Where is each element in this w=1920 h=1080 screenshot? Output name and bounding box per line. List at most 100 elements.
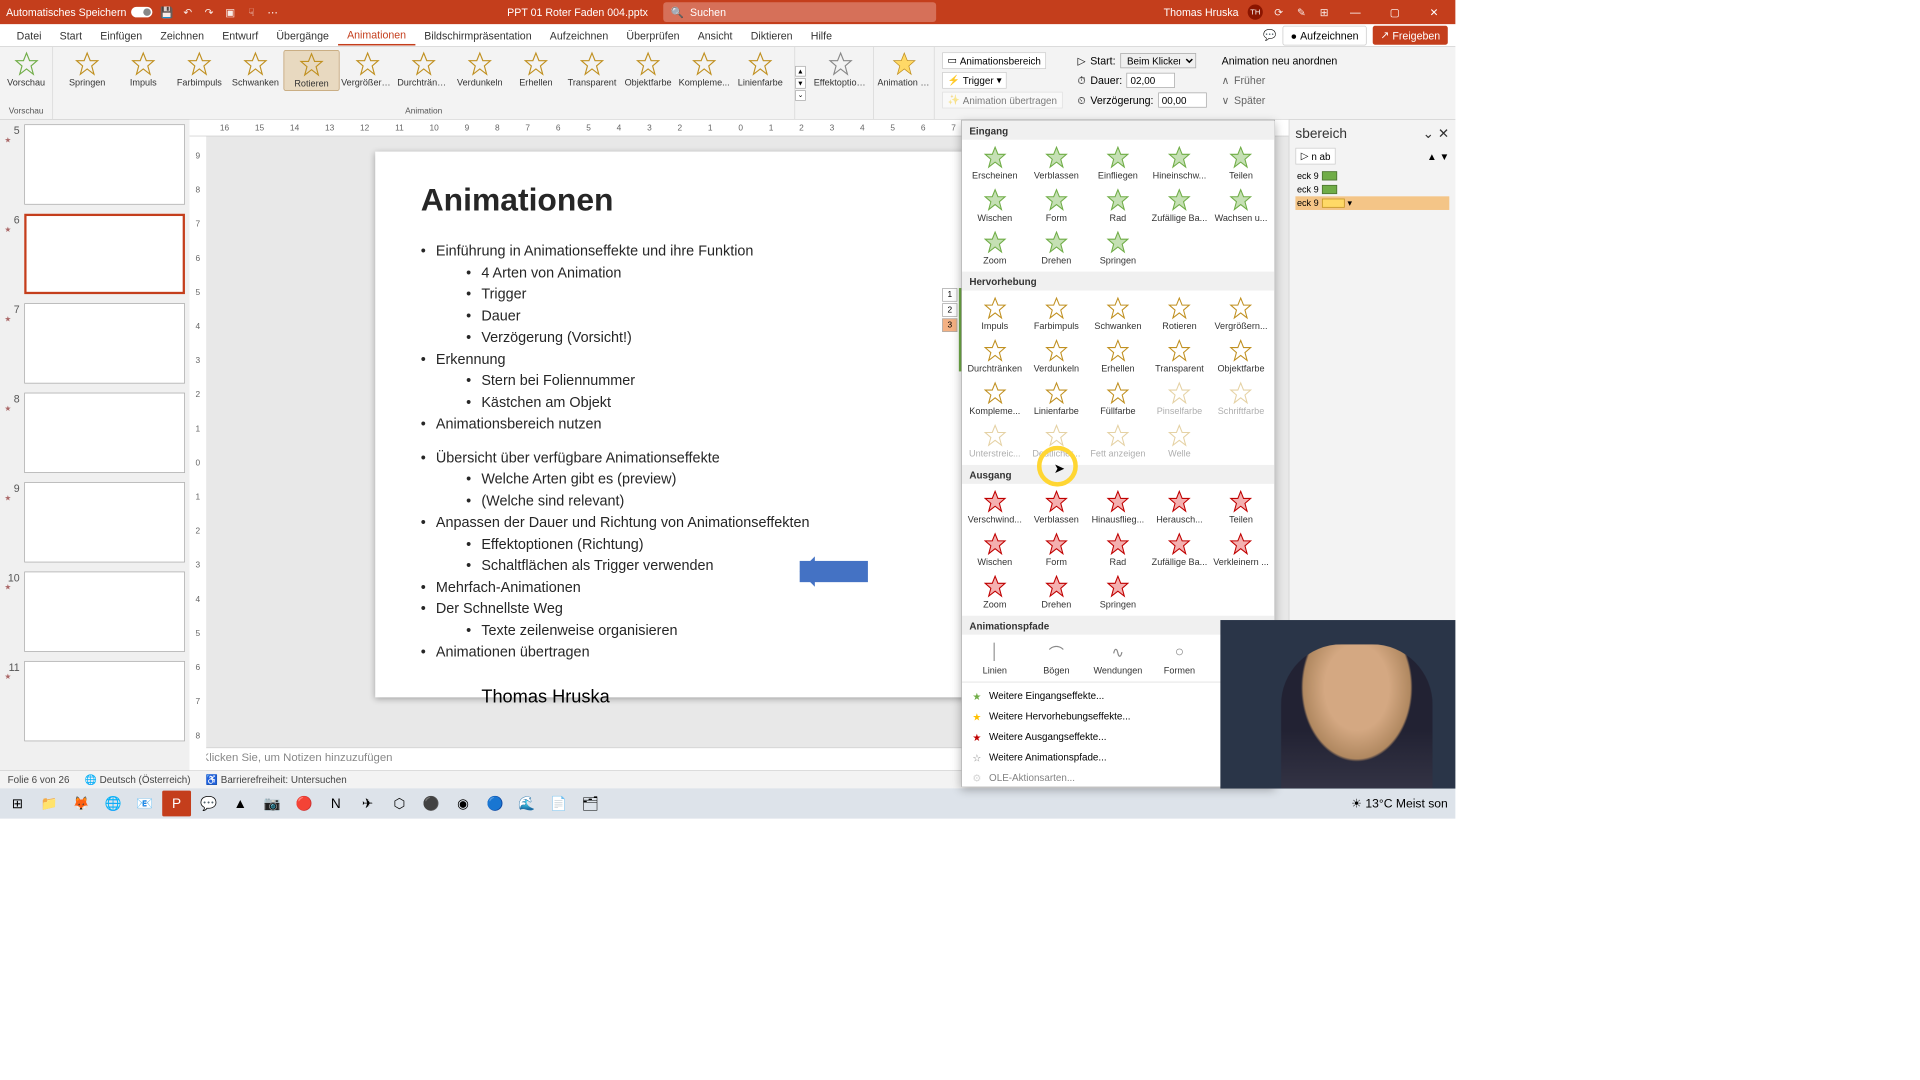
app-icon[interactable]: 🔵 — [481, 791, 510, 817]
weather-widget[interactable]: ☀ 13°C Meist son — [1351, 796, 1448, 811]
dd-item-wischen[interactable]: Wischen — [965, 185, 1025, 226]
dd-item-verblassen[interactable]: Verblassen — [1026, 143, 1086, 184]
anim-transfer-button[interactable]: ✨ Animation übertragen — [942, 92, 1062, 109]
gallery-up[interactable]: ▲ — [795, 66, 806, 77]
powerpoint-icon[interactable]: P — [162, 791, 191, 817]
dd-item-zuf-llige-ba-[interactable]: Zufällige Ba... — [1150, 185, 1210, 226]
menu-ansicht[interactable]: Ansicht — [689, 26, 742, 44]
delay-input[interactable] — [1158, 92, 1207, 107]
duration-input[interactable] — [1127, 73, 1176, 88]
blue-arrow[interactable] — [800, 561, 868, 582]
telegram-icon[interactable]: ✈ — [353, 791, 382, 817]
app-icon[interactable]: 🗂 — [576, 791, 605, 817]
username[interactable]: Thomas Hruska — [1164, 6, 1239, 18]
present-icon[interactable]: ▣ — [223, 5, 237, 19]
app-icon[interactable]: ◉ — [449, 791, 478, 817]
anim-pane-close-icon[interactable]: ✕ — [1438, 126, 1449, 141]
autosave-toggle[interactable]: Automatisches Speichern — [6, 6, 152, 18]
minimize-button[interactable]: — — [1340, 0, 1370, 24]
effect-options-button[interactable]: Effektoptionen — [812, 50, 868, 89]
app-icon[interactable]: 📷 — [258, 791, 287, 817]
gallery-effect-6[interactable]: Durchtränken — [396, 50, 452, 91]
add-animation-button[interactable]: Animation hinzufügen — [876, 50, 932, 89]
vlc-icon[interactable]: ▲ — [226, 791, 255, 817]
dd-item-transparent[interactable]: Transparent — [1150, 336, 1210, 377]
slide-counter[interactable]: Folie 6 von 26 — [8, 774, 70, 785]
thumbnail-10[interactable]: 10★ — [5, 572, 185, 652]
more-icon[interactable]: ⋯ — [266, 5, 280, 19]
dd-item-rotieren[interactable]: Rotieren — [1150, 293, 1210, 334]
filename[interactable]: PPT 01 Roter Faden 004.pptx — [507, 6, 648, 18]
thumbnail-11[interactable]: 11★ — [5, 661, 185, 741]
anim-pane-button[interactable]: ▭ Animationsbereich — [942, 52, 1046, 69]
dd-item-springen[interactable]: Springen — [1088, 227, 1148, 268]
menu-zeichnen[interactable]: Zeichnen — [151, 26, 213, 44]
menu-bildschirm[interactable]: Bildschirmpräsentation — [415, 26, 541, 44]
gallery-more[interactable]: ⌄ — [795, 90, 806, 101]
dd-item-wischen[interactable]: Wischen — [965, 529, 1025, 570]
dd-item-rad[interactable]: Rad — [1088, 185, 1148, 226]
explorer-icon[interactable]: 📁 — [35, 791, 64, 817]
dd-item-drehen[interactable]: Drehen — [1026, 572, 1086, 613]
maximize-button[interactable]: ▢ — [1380, 0, 1410, 24]
dd-item-verblassen[interactable]: Verblassen — [1026, 487, 1086, 528]
dd-item-form[interactable]: Form — [1026, 185, 1086, 226]
menu-uebergaenge[interactable]: Übergänge — [267, 26, 338, 44]
menu-datei[interactable]: Datei — [8, 26, 51, 44]
obs-icon[interactable]: ⚫ — [417, 791, 446, 817]
dd-item-zoom[interactable]: Zoom — [965, 572, 1025, 613]
record-button[interactable]: ● Aufzeichnen — [1282, 25, 1367, 45]
earlier-button[interactable]: Früher — [1234, 74, 1265, 86]
dd-item-objektfarbe[interactable]: Objektfarbe — [1211, 336, 1271, 377]
dd-path-0[interactable]: │Linien — [965, 637, 1025, 678]
gallery-effect-8[interactable]: Erhellen — [508, 50, 564, 91]
chrome-icon[interactable]: 🌐 — [99, 791, 128, 817]
gallery-effect-0[interactable]: Springen — [59, 50, 115, 91]
dd-path-3[interactable]: ○Formen — [1150, 637, 1210, 678]
dd-item-teilen[interactable]: Teilen — [1211, 143, 1271, 184]
dd-item-drehen[interactable]: Drehen — [1026, 227, 1086, 268]
menu-einfuegen[interactable]: Einfügen — [91, 26, 151, 44]
later-button[interactable]: Später — [1234, 94, 1265, 106]
dd-item-herausch-[interactable]: Herausch... — [1150, 487, 1210, 528]
anim-list-item[interactable]: eck 9 — [1295, 169, 1449, 183]
gallery-effect-7[interactable]: Verdunkeln — [452, 50, 508, 91]
dd-item-zuf-llige-ba-[interactable]: Zufällige Ba... — [1150, 529, 1210, 570]
share-button[interactable]: ↗ Freigeben — [1373, 26, 1448, 45]
gallery-effect-9[interactable]: Transparent — [564, 50, 620, 91]
anim-list-item[interactable]: eck 9 ▾ — [1295, 196, 1449, 210]
dd-path-1[interactable]: ⌒Bögen — [1026, 637, 1086, 678]
dd-item-verdunkeln[interactable]: Verdunkeln — [1026, 336, 1086, 377]
redo-icon[interactable]: ↷ — [202, 5, 216, 19]
dd-item-hineinschw-[interactable]: Hineinschw... — [1150, 143, 1210, 184]
dd-item-f-llfarbe[interactable]: Füllfarbe — [1088, 378, 1148, 419]
gallery-effect-11[interactable]: Kompleme... — [676, 50, 732, 91]
firefox-icon[interactable]: 🦊 — [67, 791, 96, 817]
anim-tag-1[interactable]: 1 — [942, 288, 957, 302]
start-select[interactable]: Beim Klicken — [1120, 53, 1196, 68]
dd-item-verschwind-[interactable]: Verschwind... — [965, 487, 1025, 528]
undo-icon[interactable]: ↶ — [181, 5, 195, 19]
thumbnail-7[interactable]: 7★ — [5, 303, 185, 383]
outlook-icon[interactable]: 📧 — [130, 791, 159, 817]
touch-icon[interactable]: ☟ — [245, 5, 259, 19]
dd-item-vergr-ern-[interactable]: Vergrößern... — [1211, 293, 1271, 334]
thumbnail-8[interactable]: 8★ — [5, 393, 185, 473]
save-icon[interactable]: 💾 — [160, 5, 174, 19]
anim-tag-2[interactable]: 2 — [942, 303, 957, 317]
dd-item-farbimpuls[interactable]: Farbimpuls — [1026, 293, 1086, 334]
dd-item-rad[interactable]: Rad — [1088, 529, 1148, 570]
dd-item-schwanken[interactable]: Schwanken — [1088, 293, 1148, 334]
dd-item-form[interactable]: Form — [1026, 529, 1086, 570]
onenote-icon[interactable]: N — [321, 791, 350, 817]
dd-item-impuls[interactable]: Impuls — [965, 293, 1025, 334]
play-button[interactable]: ▷ n ab — [1295, 148, 1335, 165]
dd-path-2[interactable]: ∿Wendungen — [1088, 637, 1148, 678]
dd-item-einfliegen[interactable]: Einfliegen — [1088, 143, 1148, 184]
dd-item-kompleme-[interactable]: Kompleme... — [965, 378, 1025, 419]
gallery-effect-5[interactable]: Vergrößern/... — [340, 50, 396, 91]
accessibility-check[interactable]: ♿ Barrierefreiheit: Untersuchen — [206, 774, 347, 786]
anim-list-item[interactable]: eck 9 — [1295, 183, 1449, 197]
app-icon[interactable]: 💬 — [194, 791, 223, 817]
menu-start[interactable]: Start — [51, 26, 92, 44]
